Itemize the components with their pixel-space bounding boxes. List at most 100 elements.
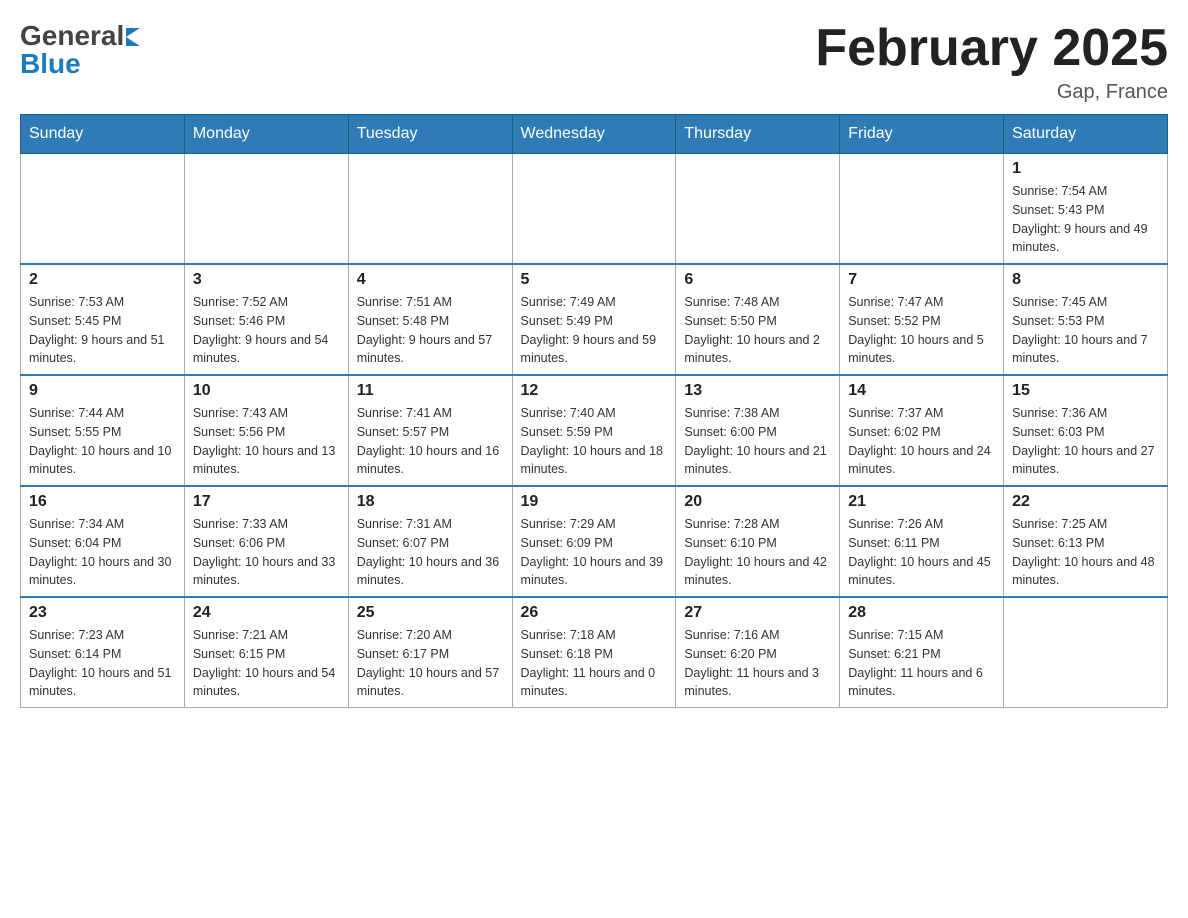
logo: General Blue bbox=[20, 20, 140, 80]
day-info: Sunrise: 7:54 AM Sunset: 5:43 PM Dayligh… bbox=[1012, 182, 1159, 257]
calendar-day: 12 Sunrise: 7:40 AM Sunset: 5:59 PM Dayli… bbox=[512, 375, 676, 486]
day-header-wednesday: Wednesday bbox=[512, 115, 676, 154]
calendar-day: 16 Sunrise: 7:34 AM Sunset: 6:04 PM Dayli… bbox=[21, 486, 185, 597]
calendar-day: 26 Sunrise: 7:18 AM Sunset: 6:18 PM Dayli… bbox=[512, 597, 676, 708]
calendar-day: 27Sunrise: 7:16 AM Sunset: 6:20 PM Dayli… bbox=[676, 597, 840, 708]
day-info: Sunrise: 7:45 AM Sunset: 5:53 PM Dayligh… bbox=[1012, 293, 1159, 368]
day-info: Sunrise: 7:15 AM Sunset: 6:21 PM Dayligh… bbox=[848, 626, 995, 701]
day-number: 20 bbox=[684, 493, 831, 511]
day-header-tuesday: Tuesday bbox=[348, 115, 512, 154]
calendar-day: 22Sunrise: 7:25 AM Sunset: 6:13 PM Dayli… bbox=[1004, 486, 1168, 597]
day-info: Sunrise: 7:48 AM Sunset: 5:50 PM Dayligh… bbox=[684, 293, 831, 368]
day-number: 11 bbox=[357, 382, 504, 400]
calendar-day bbox=[184, 154, 348, 265]
day-info: Sunrise: 7:34 AM Sunset: 6:04 PM Dayligh… bbox=[29, 515, 176, 590]
calendar-day: 15 Sunrise: 7:36 AM Sunset: 6:03 PM Dayli… bbox=[1004, 375, 1168, 486]
calendar-day: 3 Sunrise: 7:52 AM Sunset: 5:46 PM Daylig… bbox=[184, 264, 348, 375]
calendar-day: 8 Sunrise: 7:45 AM Sunset: 5:53 PM Daylig… bbox=[1004, 264, 1168, 375]
calendar-day: 28Sunrise: 7:15 AM Sunset: 6:21 PM Dayli… bbox=[840, 597, 1004, 708]
calendar-day: 24Sunrise: 7:21 AM Sunset: 6:15 PM Dayli… bbox=[184, 597, 348, 708]
day-header-thursday: Thursday bbox=[676, 115, 840, 154]
day-number: 3 bbox=[193, 271, 340, 289]
calendar-week-4: 16 Sunrise: 7:34 AM Sunset: 6:04 PM Dayli… bbox=[21, 486, 1168, 597]
calendar-day: 9 Sunrise: 7:44 AM Sunset: 5:55 PM Daylig… bbox=[21, 375, 185, 486]
calendar-day: 20 Sunrise: 7:28 AM Sunset: 6:10 PM Dayli… bbox=[676, 486, 840, 597]
day-number: 10 bbox=[193, 382, 340, 400]
day-number: 21 bbox=[848, 493, 995, 511]
calendar-day: 14 Sunrise: 7:37 AM Sunset: 6:02 PM Dayli… bbox=[840, 375, 1004, 486]
calendar-day: 7 Sunrise: 7:47 AM Sunset: 5:52 PM Daylig… bbox=[840, 264, 1004, 375]
calendar-header-row: SundayMondayTuesdayWednesdayThursdayFrid… bbox=[21, 115, 1168, 154]
page-header: General Blue February 2025 Gap, France bbox=[20, 20, 1168, 104]
calendar-week-1: 1Sunrise: 7:54 AM Sunset: 5:43 PM Daylig… bbox=[21, 154, 1168, 265]
day-number: 6 bbox=[684, 271, 831, 289]
day-number: 15 bbox=[1012, 382, 1159, 400]
location: Gap, France bbox=[815, 81, 1168, 104]
calendar-day: 19 Sunrise: 7:29 AM Sunset: 6:09 PM Dayli… bbox=[512, 486, 676, 597]
calendar-day bbox=[348, 154, 512, 265]
calendar-day: 11 Sunrise: 7:41 AM Sunset: 5:57 PM Dayli… bbox=[348, 375, 512, 486]
calendar-table: SundayMondayTuesdayWednesdayThursdayFrid… bbox=[20, 114, 1168, 708]
calendar-day: 25Sunrise: 7:20 AM Sunset: 6:17 PM Dayli… bbox=[348, 597, 512, 708]
day-header-sunday: Sunday bbox=[21, 115, 185, 154]
day-number: 12 bbox=[521, 382, 668, 400]
calendar-day: 10 Sunrise: 7:43 AM Sunset: 5:56 PM Dayli… bbox=[184, 375, 348, 486]
calendar-day: 6 Sunrise: 7:48 AM Sunset: 5:50 PM Daylig… bbox=[676, 264, 840, 375]
day-info: Sunrise: 7:33 AM Sunset: 6:06 PM Dayligh… bbox=[193, 515, 340, 590]
day-info: Sunrise: 7:16 AM Sunset: 6:20 PM Dayligh… bbox=[684, 626, 831, 701]
day-number: 8 bbox=[1012, 271, 1159, 289]
day-info: Sunrise: 7:47 AM Sunset: 5:52 PM Dayligh… bbox=[848, 293, 995, 368]
day-info: Sunrise: 7:41 AM Sunset: 5:57 PM Dayligh… bbox=[357, 404, 504, 479]
day-info: Sunrise: 7:51 AM Sunset: 5:48 PM Dayligh… bbox=[357, 293, 504, 368]
day-info: Sunrise: 7:36 AM Sunset: 6:03 PM Dayligh… bbox=[1012, 404, 1159, 479]
calendar-day bbox=[512, 154, 676, 265]
day-info: Sunrise: 7:29 AM Sunset: 6:09 PM Dayligh… bbox=[521, 515, 668, 590]
calendar-day: 4 Sunrise: 7:51 AM Sunset: 5:48 PM Daylig… bbox=[348, 264, 512, 375]
calendar-day: 18 Sunrise: 7:31 AM Sunset: 6:07 PM Dayli… bbox=[348, 486, 512, 597]
calendar-day: 1Sunrise: 7:54 AM Sunset: 5:43 PM Daylig… bbox=[1004, 154, 1168, 265]
day-info: Sunrise: 7:52 AM Sunset: 5:46 PM Dayligh… bbox=[193, 293, 340, 368]
day-info: Sunrise: 7:20 AM Sunset: 6:17 PM Dayligh… bbox=[357, 626, 504, 701]
calendar-day: 17Sunrise: 7:33 AM Sunset: 6:06 PM Dayli… bbox=[184, 486, 348, 597]
calendar-week-2: 2Sunrise: 7:53 AM Sunset: 5:45 PM Daylig… bbox=[21, 264, 1168, 375]
day-number: 18 bbox=[357, 493, 504, 511]
day-number: 7 bbox=[848, 271, 995, 289]
calendar-day: 21 Sunrise: 7:26 AM Sunset: 6:11 PM Dayli… bbox=[840, 486, 1004, 597]
day-info: Sunrise: 7:18 AM Sunset: 6:18 PM Dayligh… bbox=[521, 626, 668, 701]
month-title: February 2025 bbox=[815, 20, 1168, 77]
day-info: Sunrise: 7:43 AM Sunset: 5:56 PM Dayligh… bbox=[193, 404, 340, 479]
day-number: 14 bbox=[848, 382, 995, 400]
day-info: Sunrise: 7:23 AM Sunset: 6:14 PM Dayligh… bbox=[29, 626, 176, 701]
day-number: 4 bbox=[357, 271, 504, 289]
day-number: 9 bbox=[29, 382, 176, 400]
calendar-day: 23 Sunrise: 7:23 AM Sunset: 6:14 PM Dayli… bbox=[21, 597, 185, 708]
logo-blue: Blue bbox=[20, 48, 81, 80]
calendar-day: 13 Sunrise: 7:38 AM Sunset: 6:00 PM Dayli… bbox=[676, 375, 840, 486]
day-number: 26 bbox=[521, 604, 668, 622]
day-info: Sunrise: 7:44 AM Sunset: 5:55 PM Dayligh… bbox=[29, 404, 176, 479]
day-number: 5 bbox=[521, 271, 668, 289]
day-info: Sunrise: 7:38 AM Sunset: 6:00 PM Dayligh… bbox=[684, 404, 831, 479]
day-info: Sunrise: 7:37 AM Sunset: 6:02 PM Dayligh… bbox=[848, 404, 995, 479]
day-number: 13 bbox=[684, 382, 831, 400]
day-info: Sunrise: 7:49 AM Sunset: 5:49 PM Dayligh… bbox=[521, 293, 668, 368]
day-info: Sunrise: 7:28 AM Sunset: 6:10 PM Dayligh… bbox=[684, 515, 831, 590]
day-header-friday: Friday bbox=[840, 115, 1004, 154]
day-info: Sunrise: 7:25 AM Sunset: 6:13 PM Dayligh… bbox=[1012, 515, 1159, 590]
title-block: February 2025 Gap, France bbox=[815, 20, 1168, 104]
logo-flag-icon bbox=[126, 28, 140, 46]
calendar-day bbox=[21, 154, 185, 265]
calendar-day: 5 Sunrise: 7:49 AM Sunset: 5:49 PM Daylig… bbox=[512, 264, 676, 375]
day-number: 16 bbox=[29, 493, 176, 511]
day-number: 19 bbox=[521, 493, 668, 511]
calendar-day bbox=[840, 154, 1004, 265]
day-info: Sunrise: 7:26 AM Sunset: 6:11 PM Dayligh… bbox=[848, 515, 995, 590]
day-info: Sunrise: 7:21 AM Sunset: 6:15 PM Dayligh… bbox=[193, 626, 340, 701]
day-number: 23 bbox=[29, 604, 176, 622]
day-info: Sunrise: 7:53 AM Sunset: 5:45 PM Dayligh… bbox=[29, 293, 176, 368]
day-info: Sunrise: 7:40 AM Sunset: 5:59 PM Dayligh… bbox=[521, 404, 668, 479]
day-header-monday: Monday bbox=[184, 115, 348, 154]
calendar-day bbox=[1004, 597, 1168, 708]
day-info: Sunrise: 7:31 AM Sunset: 6:07 PM Dayligh… bbox=[357, 515, 504, 590]
calendar-week-3: 9 Sunrise: 7:44 AM Sunset: 5:55 PM Daylig… bbox=[21, 375, 1168, 486]
